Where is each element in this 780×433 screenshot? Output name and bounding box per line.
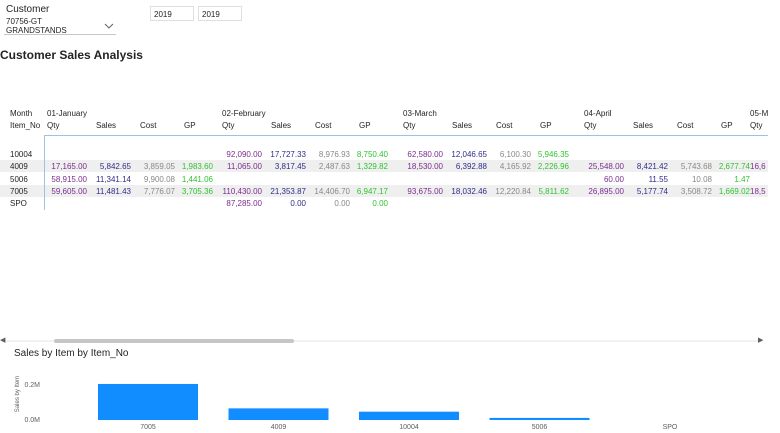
y-axis-label: Sales by Item bbox=[15, 376, 21, 412]
customer-slicer-dropdown[interactable]: 70756-GT GRANDSTANDS bbox=[4, 17, 116, 35]
sales-bar-chart: Sales by Item 0.2M 0.0M 7005 4009 10004 5006 SP… bbox=[15, 376, 678, 431]
matrix-cell[interactable]: 1,441.06 bbox=[153, 174, 213, 186]
matrix-cell[interactable]: 6,947.17 bbox=[328, 186, 388, 198]
column-header-month[interactable]: 04-April bbox=[584, 108, 612, 120]
column-header-measure[interactable]: Cost bbox=[315, 120, 331, 132]
column-header-measure[interactable]: Cost bbox=[140, 120, 156, 132]
column-header-measure[interactable]: Sales bbox=[96, 120, 116, 132]
column-header-measure[interactable]: Sales bbox=[633, 120, 653, 132]
column-header-measure[interactable]: Qty bbox=[47, 120, 59, 132]
scrollbar-thumb[interactable] bbox=[54, 339, 294, 343]
row-label-item[interactable]: 4009 bbox=[10, 161, 28, 173]
column-header-measure[interactable]: Qty bbox=[584, 120, 596, 132]
matrix-cell[interactable]: 1.47 bbox=[690, 174, 750, 186]
year-from-input[interactable]: 2019 bbox=[150, 6, 194, 21]
chevron-down-icon bbox=[104, 23, 114, 29]
bar-10004 bbox=[359, 411, 459, 420]
header-divider bbox=[44, 135, 768, 136]
row-label-item[interactable]: 5006 bbox=[10, 174, 28, 186]
scroll-right-icon[interactable]: ▶ bbox=[758, 336, 763, 344]
matrix-cell[interactable]: 16,6 bbox=[750, 161, 766, 173]
scroll-left-icon[interactable]: ◀ bbox=[0, 336, 5, 344]
matrix-cell[interactable]: 2,677.74 bbox=[690, 161, 750, 173]
matrix-cell[interactable]: 2,226.96 bbox=[509, 161, 569, 173]
column-header-month[interactable]: 05-M bbox=[750, 108, 768, 120]
column-header-month[interactable]: 01-January bbox=[47, 108, 87, 120]
year-to-input[interactable]: 2019 bbox=[198, 6, 242, 21]
matrix-cell[interactable]: 8,750.40 bbox=[328, 149, 388, 161]
y-tick-label: 0.2M bbox=[24, 382, 40, 389]
matrix-cell[interactable]: 1,669.02 bbox=[690, 186, 750, 198]
y-tick-label: 0.0M bbox=[24, 417, 40, 424]
column-header-measure[interactable]: Sales bbox=[452, 120, 472, 132]
x-tick-label: 7005 bbox=[140, 424, 156, 431]
column-header-measure[interactable]: Qty bbox=[750, 120, 762, 132]
column-header-measure[interactable]: Cost bbox=[677, 120, 693, 132]
customer-slicer-value: 70756-GT GRANDSTANDS bbox=[6, 17, 67, 35]
x-tick-label: 5006 bbox=[532, 424, 548, 431]
column-header-measure[interactable]: GP bbox=[359, 120, 371, 132]
column-header-measure[interactable]: Qty bbox=[222, 120, 234, 132]
sales-matrix: Month Item_No 01-January Qty Sales Cost GP 02-F… bbox=[0, 106, 768, 210]
row-label-item[interactable]: SPO bbox=[10, 198, 27, 210]
row-header-item: Item_No bbox=[10, 121, 41, 130]
row-header-month: Month bbox=[10, 109, 33, 118]
column-header-month[interactable]: 03-March bbox=[403, 108, 437, 120]
matrix-cell[interactable]: 0.00 bbox=[328, 198, 388, 210]
column-header-month[interactable]: 02-February bbox=[222, 108, 266, 120]
row-label-item[interactable]: 7005 bbox=[10, 186, 28, 198]
bar-7005 bbox=[98, 383, 198, 420]
chart-title: Sales by Item by Item_No bbox=[14, 348, 129, 359]
column-header-measure[interactable]: GP bbox=[540, 120, 552, 132]
x-tick-label: 10004 bbox=[399, 424, 419, 431]
matrix-cell[interactable]: 5,946.35 bbox=[509, 149, 569, 161]
matrix-cell[interactable]: 18,5 bbox=[750, 186, 766, 198]
customer-slicer-label: Customer bbox=[6, 4, 50, 15]
x-tick-label: 4009 bbox=[271, 424, 287, 431]
column-header-measure[interactable]: Qty bbox=[403, 120, 415, 132]
bar-5006 bbox=[489, 417, 590, 420]
report-title: Customer Sales Analysis bbox=[0, 48, 143, 62]
column-header-measure[interactable]: Cost bbox=[496, 120, 512, 132]
row-label-item[interactable]: 10004 bbox=[10, 149, 32, 161]
matrix-cell[interactable]: 5,811.62 bbox=[509, 186, 569, 198]
column-header-measure[interactable]: Sales bbox=[271, 120, 291, 132]
column-header-measure[interactable]: GP bbox=[721, 120, 733, 132]
x-tick-label: SPO bbox=[663, 424, 678, 431]
bar-4009 bbox=[228, 408, 329, 420]
column-header-measure[interactable]: GP bbox=[184, 120, 196, 132]
matrix-cell[interactable]: 1,329.82 bbox=[328, 161, 388, 173]
horizontal-scrollbar[interactable]: ◀ ▶ bbox=[0, 336, 763, 344]
